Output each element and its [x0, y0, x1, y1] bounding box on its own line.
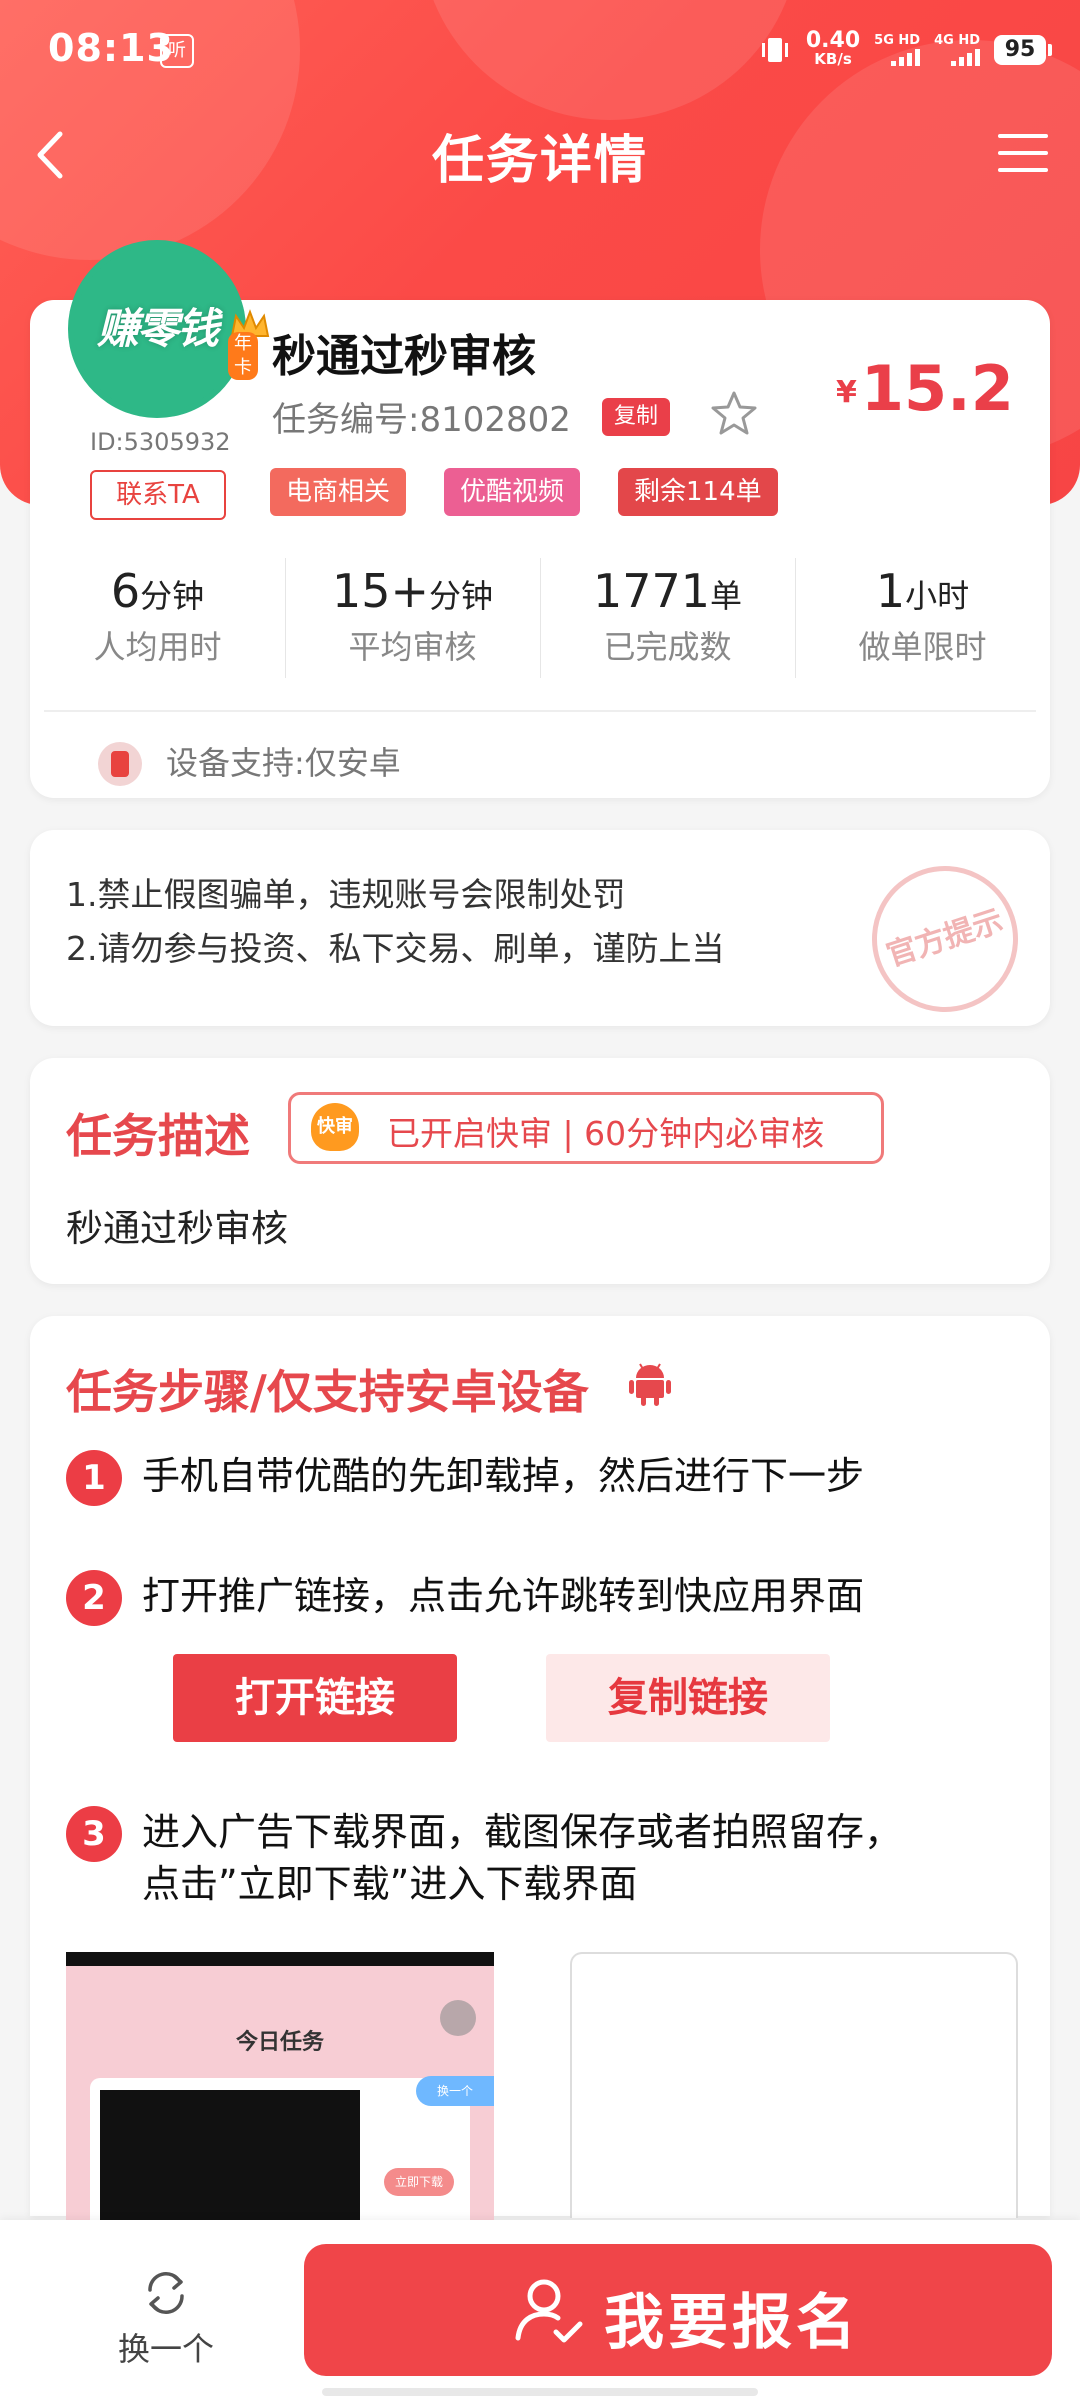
- android-icon: [629, 1363, 671, 1406]
- official-stamp-icon: 官方提示: [853, 847, 1037, 1031]
- stat-completed: 1771单 已完成数: [540, 550, 795, 680]
- page-title: 任务详情: [431, 131, 648, 191]
- signal-bars-icon: [891, 48, 921, 66]
- notice-line-2: 2.请勿参与投资、私下交易、刷单，谨防上当: [66, 929, 725, 968]
- stat-value: 15+分钟: [285, 564, 540, 618]
- sim1-label: 5G HD: [874, 33, 921, 48]
- step-text-1: 手机自带优酷的先卸载掉，然后进行下一步: [142, 1454, 865, 1498]
- currency-symbol: ¥: [836, 375, 857, 411]
- open-link-button[interactable]: 打开链接: [173, 1654, 457, 1742]
- stat-unit: 单: [710, 577, 743, 615]
- tag-category: 电商相关: [270, 468, 407, 516]
- tag-platform: 优酷视频: [444, 468, 581, 516]
- listen-app-icon: 听: [160, 34, 194, 68]
- menu-icon[interactable]: [994, 124, 1052, 182]
- network-speed: 0.40 KB/s: [806, 30, 860, 69]
- battery-indicator: 95: [994, 35, 1052, 65]
- screenshot-change-button: 换一个: [416, 2076, 494, 2106]
- fast-review-badge: 快审 已开启快审 | 60分钟内必审核: [288, 1092, 884, 1164]
- stat-number: 15+: [331, 564, 430, 618]
- stat-label: 人均用时: [93, 628, 222, 666]
- task-price: ¥15.2: [836, 352, 1014, 425]
- sim2-label: 4G HD: [934, 33, 980, 48]
- task-description-card: 任务描述 快审 已开启快审 | 60分钟内必审核 秒通过秒审核: [30, 1058, 1050, 1284]
- phone-device-icon: [98, 742, 142, 786]
- fast-review-icon: 快审: [311, 1103, 359, 1151]
- step-number-1: 1: [66, 1450, 122, 1506]
- step-text-3-line-2: 点击”立即下载”进入下载界面: [142, 1862, 638, 1906]
- switch-task-button[interactable]: 换一个: [96, 2264, 236, 2374]
- fast-review-text: 已开启快审 | 60分钟内必审核: [387, 1114, 825, 1153]
- stat-unit: 分钟: [429, 577, 494, 615]
- device-support: 设备支持:仅安卓: [166, 744, 401, 782]
- stat-unit: 小时: [905, 577, 970, 615]
- stat-avg-review: 15+分钟 平均审核: [285, 550, 540, 680]
- divider: [44, 710, 1036, 712]
- stat-value: 1771单: [540, 564, 795, 618]
- stamp-text: 官方提示: [882, 903, 1008, 974]
- stat-time-limit: 1小时 做单限时: [795, 550, 1050, 680]
- signal-bars-icon: [951, 48, 980, 66]
- avatar-text: 赚零钱: [96, 304, 219, 353]
- official-notice-card: 1.禁止假图骗单，违规账号会限制处罚 2.请勿参与投资、私下交易、刷单，谨防上当…: [30, 830, 1050, 1031]
- copy-link-button[interactable]: 复制链接: [546, 1654, 830, 1742]
- example-screenshot[interactable]: 今日任务 换一个 立即下载: [66, 1952, 494, 2230]
- publisher-avatar[interactable]: 赚零钱 年卡: [68, 240, 270, 418]
- refresh-icon: [148, 2272, 184, 2314]
- description-title: 任务描述: [66, 1109, 250, 1163]
- status-bar: 08:13 听 0.40 KB/s 5G HD 4G HD 95: [0, 0, 1080, 100]
- signal-sim1: 5G HD: [874, 33, 921, 66]
- notice-line-1: 1.禁止假图骗单，违规账号会限制处罚: [66, 875, 626, 914]
- step-number-2: 2: [66, 1570, 122, 1626]
- stat-unit: 分钟: [140, 577, 205, 615]
- stat-number: 6: [110, 564, 141, 618]
- status-time: 08:13: [48, 26, 174, 70]
- copy-task-number-button[interactable]: 复制: [602, 398, 671, 436]
- signup-label: 我要报名: [604, 2288, 860, 2358]
- step-text-3: 进入广告下载界面，截图保存或者拍照留存，: [142, 1810, 903, 1854]
- description-text: 秒通过秒审核: [66, 1207, 288, 1250]
- step-number-3: 3: [66, 1806, 122, 1862]
- stat-value: 6分钟: [30, 564, 285, 618]
- tag-remaining: 剩余114单: [618, 468, 778, 516]
- step-text-2: 打开推广链接，点击允许跳转到快应用界面: [142, 1574, 865, 1618]
- task-number: 任务编号:8102802: [272, 400, 571, 440]
- signup-button[interactable]: 我要报名: [304, 2244, 1052, 2376]
- stat-label: 做单限时: [858, 628, 987, 666]
- stat-number: 1771: [592, 564, 711, 618]
- navigation-bar: 任务详情: [0, 110, 1080, 200]
- stat-label: 已完成数: [603, 628, 732, 666]
- stat-number: 1: [875, 564, 906, 618]
- screenshot-download-button: 立即下载: [384, 2168, 454, 2196]
- stat-avg-time: 6分钟 人均用时: [30, 550, 285, 680]
- switch-task-label: 换一个: [117, 2330, 214, 2368]
- vibrate-icon: [761, 38, 788, 62]
- bottom-action-bar: 换一个 我要报名: [0, 2220, 1080, 2400]
- task-stats: 6分钟 人均用时 15+分钟 平均审核 1771单 已完成数 1小时 做单限时: [30, 550, 1050, 680]
- steps-title: 任务步骤/仅支持安卓设备: [66, 1365, 589, 1419]
- publisher-id: ID:5305932: [90, 428, 231, 456]
- contact-button[interactable]: 联系TA: [90, 470, 226, 520]
- user-check-icon: [515, 2279, 583, 2343]
- upload-screenshot-placeholder[interactable]: [570, 1952, 1018, 2218]
- vip-badge: 年卡: [228, 332, 258, 380]
- status-indicators: 0.40 KB/s 5G HD 4G HD 95: [758, 28, 1052, 72]
- task-steps-card: 任务步骤/仅支持安卓设备 1 手机自带优酷的先卸载掉，然后进行下一步 2 打开推…: [30, 1316, 1050, 2230]
- home-indicator[interactable]: [322, 2388, 758, 2396]
- screenshot-panel: [90, 2078, 470, 2230]
- stat-value: 1小时: [795, 564, 1050, 618]
- stat-label: 平均审核: [348, 628, 477, 666]
- screenshot-title: 今日任务: [235, 2030, 324, 2055]
- task-title: 秒通过秒审核: [272, 331, 536, 382]
- signal-sim2: 4G HD: [934, 34, 980, 66]
- task-info-card: 赚零钱 年卡 ID:5305932 联系TA 秒通过秒审核 任务编号:81028…: [30, 240, 1050, 798]
- screenshot-video-thumbnail: [100, 2090, 360, 2230]
- favorite-star-icon[interactable]: [708, 388, 760, 440]
- price-value: 15.2: [860, 352, 1014, 425]
